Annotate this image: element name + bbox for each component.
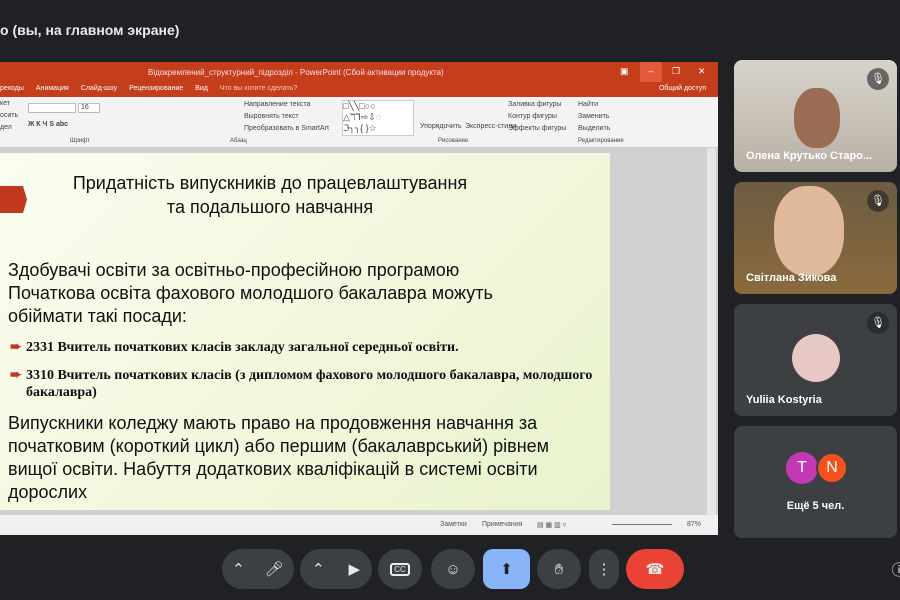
participant-tile[interactable]: 🎙︎ Світлана Зикова (734, 182, 897, 294)
find-button[interactable]: Найти (578, 101, 598, 108)
participant-tile[interactable]: 🎙︎ Олена Крутько Старо... (734, 60, 897, 172)
ribbon: кет осить дел 16 Ж К Ч S abc Направление… (0, 97, 718, 148)
raise-hand-button[interactable]: ✋︎ (537, 549, 581, 589)
slide-accent-shape (0, 186, 27, 213)
emoji-icon: ☺ (445, 560, 461, 578)
present-icon: ⬆︎ (500, 561, 513, 578)
shapes-gallery[interactable]: □╲╲□○○ △ℸ⅂⇨⇩◌ ℑ╮╮{ }☆ (342, 100, 414, 136)
mic-off-icon: 🎙︎ (867, 68, 889, 90)
ppt-titlebar: Відокремлений_структурний_підрозділ - Po… (0, 62, 718, 82)
hand-icon: ✋︎ (554, 560, 564, 578)
screen-share: Відокремлений_структурний_підрозділ - Po… (0, 62, 718, 535)
chevron-up-icon[interactable]: ⌃ (312, 560, 325, 578)
title-line: Придатність випускників до працевлаштува… (72, 173, 468, 193)
status-bar: Заметки Примечания ▤ ▦ ▥ ▿ 87% (0, 515, 718, 535)
participant-tile[interactable]: 🎙︎ Yuliia Kostyria (734, 304, 897, 416)
replace-button[interactable]: Заменить (578, 113, 609, 120)
participant-name: Yuliia Kostyria (746, 394, 822, 406)
shape-outline-button[interactable]: Контур фигуры (508, 113, 557, 120)
captions-icon: CC (390, 562, 410, 576)
tell-me-input[interactable]: Что вы хотите сделать? (220, 85, 297, 97)
video-feed (774, 186, 844, 276)
more-vert-icon: ⋮ (596, 561, 612, 578)
tab-animation[interactable]: Анимация (36, 85, 69, 97)
select-button[interactable]: Выделить (578, 125, 610, 132)
tab-slideshow[interactable]: Слайд-шоу (81, 85, 117, 97)
align-text-button[interactable]: Выровнять текст (244, 113, 299, 120)
tab-review[interactable]: Рецензирование (129, 85, 183, 97)
mic-control[interactable]: ⌃ 🎤︎ (222, 549, 294, 589)
slide-title: Придатність випускників до працевлаштува… (60, 171, 480, 219)
captions-button[interactable]: CC (378, 549, 422, 589)
close-button[interactable]: ✕ (698, 66, 706, 77)
info-button[interactable]: ⓘ (884, 549, 900, 589)
end-call-button[interactable]: ☎︎ (626, 549, 684, 589)
group-font-label: Шрифт (70, 138, 90, 144)
text-line: дорослих (8, 482, 88, 502)
window-title: Відокремлений_структурний_підрозділ - Po… (148, 68, 444, 77)
font-name-input[interactable] (28, 103, 76, 113)
paste-item[interactable]: кет (0, 100, 10, 107)
zoom-slider[interactable] (612, 524, 672, 525)
mic-off-icon: 🎙︎ (867, 312, 889, 334)
mic-off-icon: 🎙︎ (867, 190, 889, 212)
ribbon-tabs: реходы Анимация Слайд-шоу Рецензирование… (0, 82, 718, 97)
text-line: Випускники коледжу мають право на продов… (8, 413, 538, 433)
minimize-button[interactable]: – (640, 62, 662, 82)
info-icon: ⓘ (891, 561, 900, 579)
text-line: Початкова освіта фахового молодшого бака… (8, 283, 493, 303)
font-size-input[interactable]: 16 (78, 103, 100, 113)
bullet-item: 2331 Вчитель початкових класів закладу з… (10, 339, 610, 356)
text-line: Здобувачі освіти за освітньо-професійною… (8, 260, 460, 280)
tab-transitions[interactable]: реходы (0, 85, 24, 97)
outro-text: Випускники коледжу мають право на продов… (8, 412, 549, 504)
slide-editor: Придатність випускників до працевлаштува… (0, 148, 718, 515)
mic-icon[interactable]: 🎤︎ (265, 560, 284, 578)
text-line: вищої освіти. Набуття додаткових кваліфі… (8, 459, 538, 479)
text-line: обіймати такі посади: (8, 306, 187, 326)
ribbon-display-icon[interactable]: ▣ (620, 66, 629, 77)
end-call-icon: ☎︎ (645, 561, 665, 578)
restore-button[interactable]: ❐ (672, 66, 680, 77)
more-options-button[interactable]: ⋮ (589, 549, 619, 589)
presenter-label: о (вы, на главном экране) (0, 22, 180, 38)
tab-view[interactable]: Вид (195, 85, 208, 97)
present-button[interactable]: ⬆︎ (483, 549, 530, 589)
share-button[interactable]: Общий доступ (659, 85, 706, 92)
section-item[interactable]: дел (0, 124, 12, 131)
bullet-item: 3310 Вчитель початкових класів (з диплом… (10, 367, 600, 401)
more-participants-label: Ещё 5 чел. (786, 500, 845, 512)
text-line: початковим (короткий цикл) або першим (б… (8, 436, 550, 456)
participant-name: Олена Крутько Старо... (746, 150, 873, 162)
title-line: та подальшого навчання (166, 197, 374, 217)
arrange-button[interactable]: Упорядочить (420, 123, 462, 130)
font-format-buttons[interactable]: Ж К Ч S abc (28, 121, 68, 128)
intro-text: Здобувачі освіти за освітньо-професійною… (8, 259, 493, 328)
text-direction-button[interactable]: Направление текста (244, 101, 310, 108)
vertical-scrollbar[interactable] (707, 148, 716, 515)
avatar (792, 334, 840, 382)
shape-fill-button[interactable]: Заливка фигуры (508, 101, 561, 108)
zoom-level[interactable]: 87% (687, 521, 701, 528)
slide: Придатність випускників до працевлаштува… (0, 153, 610, 510)
view-buttons[interactable]: ▤ ▦ ▥ ▿ (537, 521, 566, 529)
notes-button[interactable]: Заметки (440, 521, 467, 528)
avatar: T (786, 452, 818, 484)
more-participants-tile[interactable]: T N Ещё 5 чел. (734, 426, 897, 538)
participant-name: Світлана Зикова (746, 272, 837, 284)
copy-item[interactable]: осить (0, 112, 18, 119)
video-feed (794, 88, 840, 148)
camera-icon[interactable]: ▶︎ (348, 560, 360, 578)
group-drawing-label: Рисование (438, 138, 469, 144)
group-paragraph-label: Абзац (230, 138, 247, 144)
shape-effects-button[interactable]: Эффекты фигуры (508, 125, 566, 132)
chevron-up-icon[interactable]: ⌃ (232, 560, 245, 578)
comments-button[interactable]: Примечания (482, 521, 522, 528)
emoji-button[interactable]: ☺ (431, 549, 475, 589)
smartart-button[interactable]: Преобразовать в SmartArt (244, 125, 329, 132)
camera-control[interactable]: ⌃ ▶︎ (300, 549, 372, 589)
avatar: N (816, 452, 848, 484)
group-editing-label: Редактирование (578, 138, 624, 144)
